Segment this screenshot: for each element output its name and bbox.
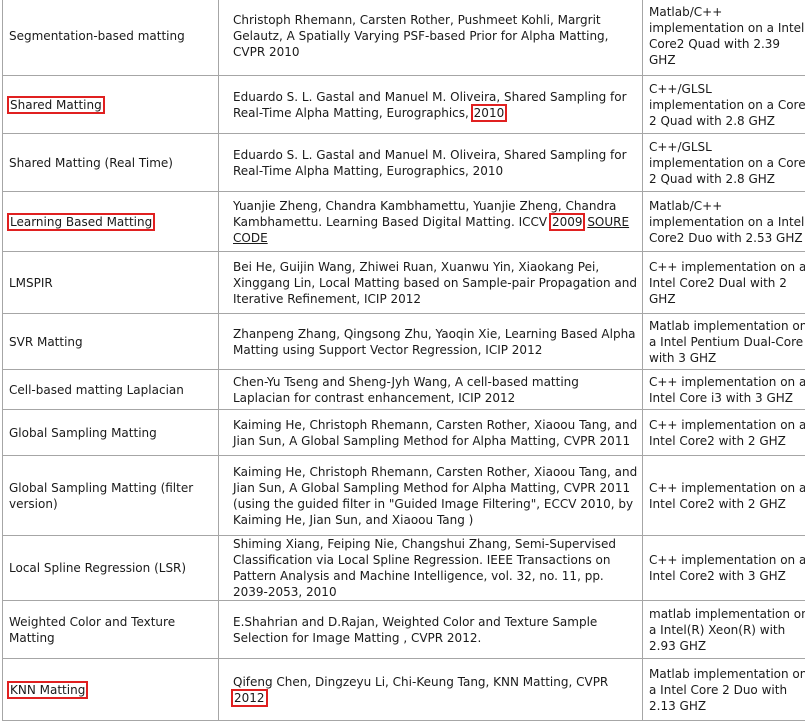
method-name: Segmentation-based matting xyxy=(9,29,185,43)
reference-cell: Kaiming He, Christoph Rhemann, Carsten R… xyxy=(219,410,643,456)
reference-cell: Qifeng Chen, Dingzeyu Li, Chi-Keung Tang… xyxy=(219,659,643,721)
reference-cell: Yuanjie Zheng, Chandra Kambhamettu, Yuan… xyxy=(219,192,643,252)
implementation-cell: Matlab/C++ implementation on a Intel Cor… xyxy=(643,0,805,76)
method-name-cell: SVR Matting xyxy=(3,314,219,370)
reference-cell: Zhanpeng Zhang, Qingsong Zhu, Yaoqin Xie… xyxy=(219,314,643,370)
method-name-cell: Segmentation-based matting xyxy=(3,0,219,76)
method-name-cell: Cell-based matting Laplacian xyxy=(3,370,219,410)
implementation-text: Matlab/C++ implementation on a Intel Cor… xyxy=(649,199,804,245)
reference-cell: Christoph Rhemann, Carsten Rother, Pushm… xyxy=(219,0,643,76)
table-row: Global Sampling Matting Kaiming He, Chris… xyxy=(3,410,805,456)
table-row: Cell-based matting Laplacian Chen-Yu Tsen… xyxy=(3,370,805,410)
implementation-cell: C++ implementation on a Intel Core2 with… xyxy=(643,410,805,456)
method-name: Shared Matting (Real Time) xyxy=(9,156,173,170)
implementation-cell: C++/GLSL implementation on a Core 2 Quad… xyxy=(643,134,805,192)
implementation-text: C++ implementation on a Intel Core2 Dual… xyxy=(649,260,805,306)
implementation-text: Matlab implementation on a Intel Pentium… xyxy=(649,319,805,365)
reference-text: Kaiming He, Christoph Rhemann, Carsten R… xyxy=(233,418,637,448)
reference-text: Christoph Rhemann, Carsten Rother, Pushm… xyxy=(233,13,608,59)
reference-cell: E.Shahrian and D.Rajan, Weighted Color a… xyxy=(219,601,643,659)
table-row: KNN Matting Qifeng Chen, Dingzeyu Li, Chi… xyxy=(3,659,805,721)
reference-cell: Chen-Yu Tseng and Sheng-Jyh Wang, A cell… xyxy=(219,370,643,410)
reference-text: Qifeng Chen, Dingzeyu Li, Chi-Keung Tang… xyxy=(233,675,608,689)
method-name: KNN Matting xyxy=(9,683,86,697)
reference-text: Eduardo S. L. Gastal and Manuel M. Olive… xyxy=(233,148,627,178)
implementation-cell: C++ implementation on a Intel Core i3 wi… xyxy=(643,370,805,410)
implementation-cell: Matlab/C++ implementation on a Intel Cor… xyxy=(643,192,805,252)
reference-text: Kaiming He, Christoph Rhemann, Carsten R… xyxy=(233,465,637,527)
table-row: SVR Matting Zhanpeng Zhang, Qingsong Zhu,… xyxy=(3,314,805,370)
implementation-text: C++ implementation on a Intel Core2 with… xyxy=(649,553,805,583)
method-name: Global Sampling Matting xyxy=(9,426,157,440)
method-name-cell: KNN Matting xyxy=(3,659,219,721)
reference-cell: Eduardo S. L. Gastal and Manuel M. Olive… xyxy=(219,76,643,134)
reference-cell: Eduardo S. L. Gastal and Manuel M. Olive… xyxy=(219,134,643,192)
implementation-cell: C++ implementation on a Intel Core2 with… xyxy=(643,536,805,601)
method-name-cell: Global Sampling Matting xyxy=(3,410,219,456)
method-name-cell: Shared Matting (Real Time) xyxy=(3,134,219,192)
table-body: Segmentation-based matting Christoph Rhem… xyxy=(3,0,805,721)
reference-year: 2009 xyxy=(551,215,584,229)
method-name: Shared Matting xyxy=(9,98,103,112)
method-name-cell: Global Sampling Matting (filter version) xyxy=(3,456,219,536)
method-name-cell: Shared Matting xyxy=(3,76,219,134)
table-row: LMSPIR Bei He, Guijin Wang, Zhiwei Ruan, … xyxy=(3,252,805,314)
reference-text: E.Shahrian and D.Rajan, Weighted Color a… xyxy=(233,615,597,645)
implementation-text: C++ implementation on a Intel Core i3 wi… xyxy=(649,375,805,405)
implementation-cell: Matlab implementation on a Intel Pentium… xyxy=(643,314,805,370)
table-row: Global Sampling Matting (filter version)… xyxy=(3,456,805,536)
method-name-cell: Learning Based Matting xyxy=(3,192,219,252)
table-row: Segmentation-based matting Christoph Rhem… xyxy=(3,0,805,76)
implementation-text: Matlab implementation on a Intel Core 2 … xyxy=(649,667,805,713)
method-name: Cell-based matting Laplacian xyxy=(9,383,184,397)
implementation-cell: C++ implementation on a Intel Core2 Dual… xyxy=(643,252,805,314)
reference-cell: Kaiming He, Christoph Rhemann, Carsten R… xyxy=(219,456,643,536)
reference-year: 2010 xyxy=(473,106,506,120)
reference-text: Bei He, Guijin Wang, Zhiwei Ruan, Xuanwu… xyxy=(233,260,637,306)
table-row: Weighted Color and Texture Matting E.Shah… xyxy=(3,601,805,659)
table-row: Shared Matting (Real Time) Eduardo S. L. … xyxy=(3,134,805,192)
reference-text: Eduardo S. L. Gastal and Manuel M. Olive… xyxy=(233,90,627,120)
method-name: Weighted Color and Texture Matting xyxy=(9,615,175,645)
method-name: SVR Matting xyxy=(9,335,83,349)
method-name: Local Spline Regression (LSR) xyxy=(9,561,186,575)
method-name: Global Sampling Matting (filter version) xyxy=(9,481,193,511)
reference-cell: Shiming Xiang, Feiping Nie, Changshui Zh… xyxy=(219,536,643,601)
implementation-text: C++/GLSL implementation on a Core 2 Quad… xyxy=(649,82,805,128)
method-name: Learning Based Matting xyxy=(9,215,153,229)
method-name-cell: Local Spline Regression (LSR) xyxy=(3,536,219,601)
table-row: Local Spline Regression (LSR) Shiming Xia… xyxy=(3,536,805,601)
implementation-text: C++/GLSL implementation on a Core 2 Quad… xyxy=(649,140,805,186)
implementation-cell: C++ implementation on a Intel Core2 with… xyxy=(643,456,805,536)
reference-text: Chen-Yu Tseng and Sheng-Jyh Wang, A cell… xyxy=(233,375,579,405)
table-row: Shared Matting Eduardo S. L. Gastal and M… xyxy=(3,76,805,134)
reference-year: 2012 xyxy=(233,691,266,705)
reference-cell: Bei He, Guijin Wang, Zhiwei Ruan, Xuanwu… xyxy=(219,252,643,314)
implementation-text: C++ implementation on a Intel Core2 with… xyxy=(649,418,805,448)
implementation-text: Matlab/C++ implementation on a Intel Cor… xyxy=(649,5,804,67)
method-name-cell: Weighted Color and Texture Matting xyxy=(3,601,219,659)
implementation-cell: Matlab implementation on a Intel Core 2 … xyxy=(643,659,805,721)
reference-text: Zhanpeng Zhang, Qingsong Zhu, Yaoqin Xie… xyxy=(233,327,636,357)
method-name-cell: LMSPIR xyxy=(3,252,219,314)
matting-methods-table: Segmentation-based matting Christoph Rhem… xyxy=(2,0,805,721)
implementation-text: matlab implementation on a Intel(R) Xeon… xyxy=(649,607,805,653)
table-row: Learning Based Matting Yuanjie Zheng, Cha… xyxy=(3,192,805,252)
implementation-cell: C++/GLSL implementation on a Core 2 Quad… xyxy=(643,76,805,134)
reference-text: Shiming Xiang, Feiping Nie, Changshui Zh… xyxy=(233,537,616,599)
implementation-cell: matlab implementation on a Intel(R) Xeon… xyxy=(643,601,805,659)
method-name: LMSPIR xyxy=(9,276,53,290)
implementation-text: C++ implementation on a Intel Core2 with… xyxy=(649,481,805,511)
